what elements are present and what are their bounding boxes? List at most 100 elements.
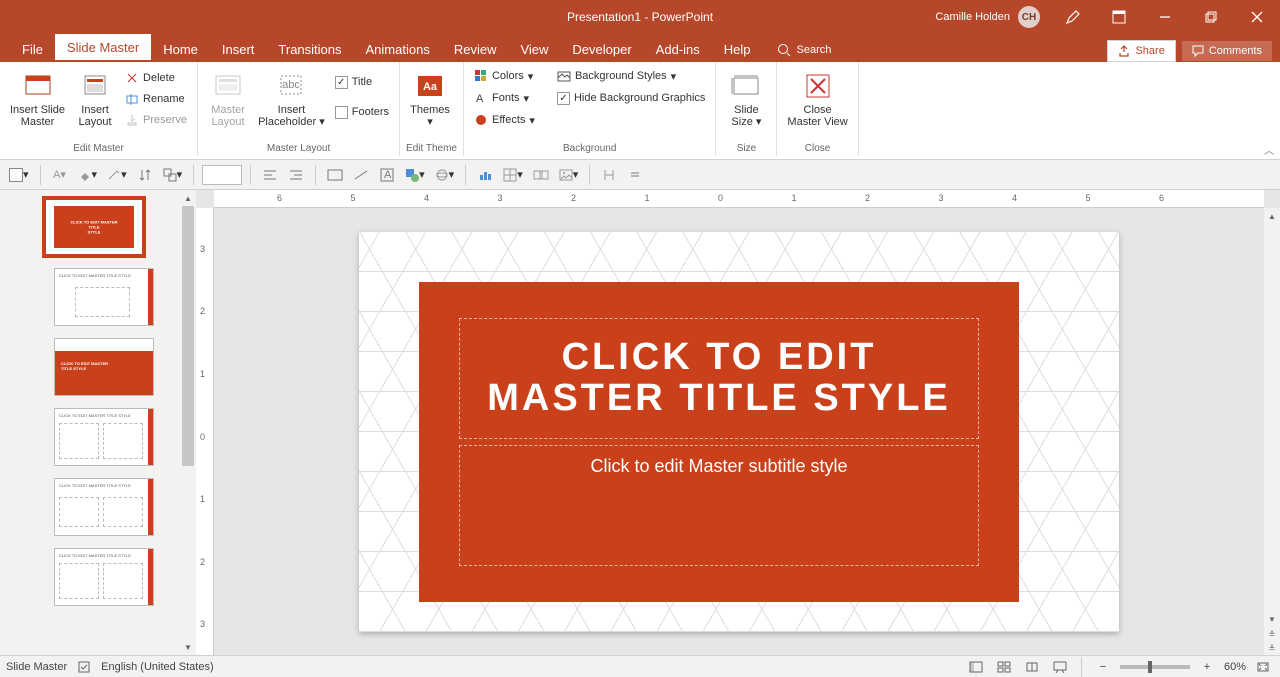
- insert-placeholder-button[interactable]: abc Insert Placeholder ▾: [254, 66, 329, 130]
- background-styles-dropdown[interactable]: Background Styles▾: [553, 66, 709, 86]
- align-objects-button[interactable]: ▾: [6, 164, 32, 186]
- font-color-button[interactable]: A▾: [49, 164, 71, 186]
- insert-3d-button[interactable]: ▾: [432, 164, 458, 186]
- layout-thumb-1[interactable]: CLICK TO EDIT MASTER TITLE STYLE: [54, 268, 154, 326]
- share-button[interactable]: Share: [1107, 40, 1175, 62]
- sort-button[interactable]: [134, 164, 156, 186]
- group-master-layout: Master Layout abc Insert Placeholder ▾ ✓…: [198, 62, 400, 156]
- layout-thumb-4[interactable]: CLICK TO EDIT MASTER TITLE STYLE: [54, 478, 154, 536]
- shape-rect-button[interactable]: [324, 164, 346, 186]
- comments-button[interactable]: Comments: [1182, 41, 1272, 61]
- effects-dropdown[interactable]: Effects▾: [470, 110, 539, 130]
- layout-thumb-2[interactable]: CLICK TO EDIT MASTERTITLE STYLE: [54, 338, 154, 396]
- account-label[interactable]: Camille Holden CH: [935, 6, 1040, 28]
- insert-slide-master-button[interactable]: Insert Slide Master: [6, 66, 69, 130]
- delete-layout-button[interactable]: Delete: [121, 68, 191, 88]
- align-left-button[interactable]: [259, 164, 281, 186]
- slide-sorter-view-button[interactable]: [993, 658, 1015, 676]
- shapes-gallery-button[interactable]: ▾: [402, 164, 428, 186]
- themes-button[interactable]: Aa Themes▾: [406, 66, 454, 130]
- merge-shapes-button[interactable]: [530, 164, 552, 186]
- fill-color-button[interactable]: ▾: [75, 164, 101, 186]
- prev-slide-button[interactable]: ≙: [1264, 627, 1280, 641]
- close-window-button[interactable]: [1234, 0, 1280, 34]
- slide-size-icon: [730, 70, 762, 102]
- layout-thumb-5[interactable]: CLICK TO EDIT MASTER TITLE STYLE: [54, 548, 154, 606]
- tab-addins[interactable]: Add-ins: [644, 36, 712, 62]
- share-label: Share: [1135, 45, 1164, 57]
- status-language[interactable]: English (United States): [101, 661, 214, 673]
- slideshow-view-button[interactable]: [1049, 658, 1071, 676]
- themes-icon: Aa: [414, 70, 446, 102]
- scroll-down-button[interactable]: ▼: [180, 639, 196, 655]
- insert-layout-button[interactable]: Insert Layout: [71, 66, 119, 130]
- slide-master-thumb[interactable]: CLICK TO EDIT MASTER TITLESTYLE: [44, 198, 144, 256]
- slide-master-canvas[interactable]: CLICK TO EDIT MASTER TITLE STYLE Click t…: [359, 232, 1119, 632]
- master-layout-button[interactable]: Master Layout: [204, 66, 252, 130]
- zoom-level[interactable]: 60%: [1224, 661, 1246, 673]
- maximize-button[interactable]: [1188, 0, 1234, 34]
- text-box-button[interactable]: A: [376, 164, 398, 186]
- vertical-ruler[interactable]: 3210123: [196, 208, 214, 655]
- footers-checkbox[interactable]: Footers: [331, 102, 393, 122]
- tab-animations[interactable]: Animations: [354, 36, 442, 62]
- scroll-up-button[interactable]: ▲: [180, 190, 196, 206]
- title-checkbox[interactable]: ✓Title: [331, 72, 393, 92]
- tab-help[interactable]: Help: [712, 36, 763, 62]
- tab-insert[interactable]: Insert: [210, 36, 267, 62]
- thumbnail-scrollbar[interactable]: ▲ ▼: [180, 190, 196, 655]
- align-right-button[interactable]: [285, 164, 307, 186]
- collapse-ribbon-button[interactable]: ︿: [1264, 142, 1274, 157]
- selection-pane-button[interactable]: [598, 164, 620, 186]
- hide-bg-graphics-checkbox[interactable]: ✓Hide Background Graphics: [553, 88, 709, 108]
- slide-size-button[interactable]: Slide Size ▾: [722, 66, 770, 130]
- normal-view-button[interactable]: [965, 658, 987, 676]
- master-subtitle-placeholder[interactable]: Click to edit Master subtitle style: [459, 445, 979, 565]
- more-commands-button[interactable]: [624, 164, 646, 186]
- zoom-out-button[interactable]: −: [1092, 658, 1114, 676]
- tab-file[interactable]: File: [10, 36, 55, 62]
- chart-button[interactable]: [474, 164, 496, 186]
- picture-button[interactable]: ▾: [556, 164, 582, 186]
- group-objects-button[interactable]: ▾: [160, 164, 186, 186]
- table-button[interactable]: ▾: [500, 164, 526, 186]
- layout-thumb-3[interactable]: CLICK TO EDIT MASTER TITLE STYLE: [54, 408, 154, 466]
- status-mode: Slide Master: [6, 661, 67, 673]
- reading-view-button[interactable]: [1021, 658, 1043, 676]
- fit-to-window-button[interactable]: [1252, 658, 1274, 676]
- canvas-scroll-down[interactable]: ▼: [1264, 611, 1280, 627]
- close-master-icon: [802, 70, 834, 102]
- tab-home[interactable]: Home: [151, 36, 210, 62]
- ribbon-display-icon[interactable]: [1096, 0, 1142, 34]
- svg-text:Aa: Aa: [423, 81, 438, 93]
- tab-view[interactable]: View: [508, 36, 560, 62]
- font-family-selector[interactable]: [202, 165, 242, 185]
- horizontal-ruler[interactable]: 6543210123456: [214, 190, 1264, 208]
- tab-review[interactable]: Review: [442, 36, 509, 62]
- spellcheck-icon[interactable]: [77, 660, 91, 674]
- zoom-in-button[interactable]: +: [1196, 658, 1218, 676]
- tab-developer[interactable]: Developer: [560, 36, 643, 62]
- scroll-thumb[interactable]: [182, 206, 194, 466]
- thumbnail-pane: CLICK TO EDIT MASTER TITLESTYLE CLICK TO…: [0, 190, 196, 655]
- group-label-close: Close: [783, 141, 851, 156]
- outline-color-button[interactable]: ▾: [104, 164, 130, 186]
- colors-dropdown[interactable]: Colors▾: [470, 66, 539, 86]
- rename-layout-button[interactable]: Rename: [121, 89, 191, 109]
- fonts-dropdown[interactable]: A Fonts▾: [470, 88, 539, 108]
- user-avatar: CH: [1018, 6, 1040, 28]
- next-slide-button[interactable]: ≚: [1264, 641, 1280, 655]
- canvas-scrollbar[interactable]: ▲ ▼ ≙ ≚: [1264, 208, 1280, 655]
- minimize-button[interactable]: [1142, 0, 1188, 34]
- canvas-scroll-up[interactable]: ▲: [1264, 208, 1280, 224]
- zoom-slider[interactable]: [1120, 665, 1190, 669]
- shape-line-button[interactable]: [350, 164, 372, 186]
- pen-mode-icon[interactable]: [1050, 0, 1096, 34]
- status-bar: Slide Master English (United States) − +…: [0, 655, 1280, 677]
- close-master-view-button[interactable]: Close Master View: [783, 66, 851, 130]
- tell-me-search[interactable]: Search: [763, 43, 846, 62]
- tab-slide-master[interactable]: Slide Master: [55, 34, 151, 62]
- tab-transitions[interactable]: Transitions: [266, 36, 353, 62]
- master-title-placeholder[interactable]: CLICK TO EDIT MASTER TITLE STYLE: [459, 318, 979, 440]
- preserve-layout-button[interactable]: Preserve: [121, 110, 191, 130]
